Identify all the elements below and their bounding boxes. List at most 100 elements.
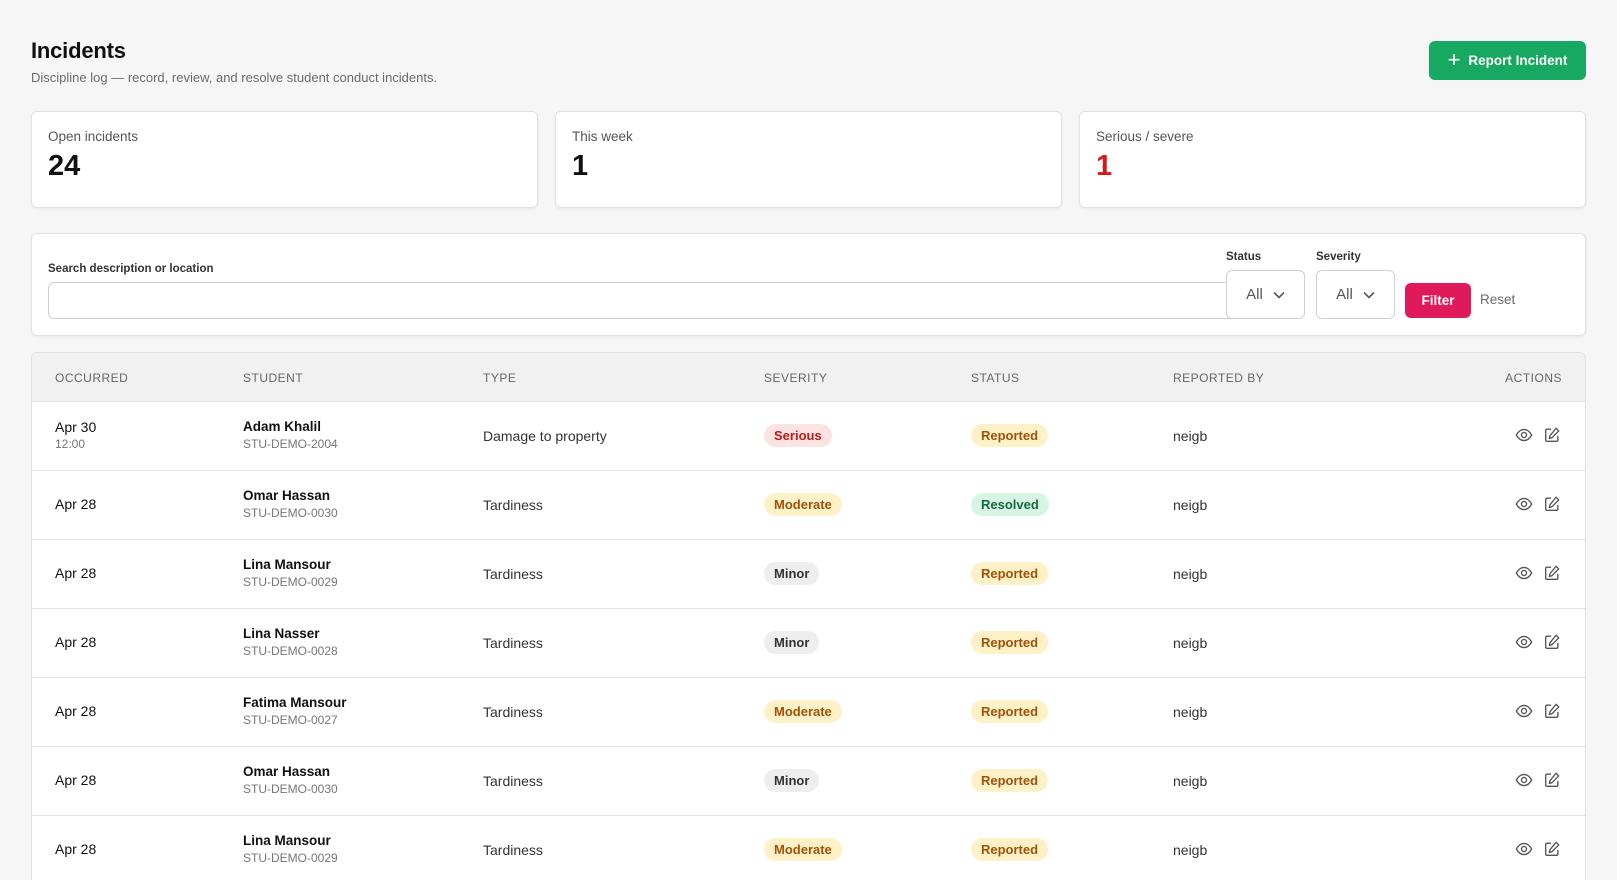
student-name: Lina Mansour — [243, 557, 331, 572]
stat-this-week: This week 1 — [555, 111, 1062, 208]
severity-badge: Moderate — [764, 838, 842, 861]
severity-badge: Moderate — [764, 493, 842, 516]
status-select-value: All — [1246, 286, 1263, 303]
edit-icon[interactable] — [1543, 564, 1561, 582]
status-label: Status — [1226, 251, 1262, 263]
eye-icon[interactable] — [1515, 702, 1533, 720]
stats-row: Open incidents 24 This week 1 Serious / … — [31, 111, 1586, 208]
status-cell: Reported — [971, 424, 1049, 447]
col-student[interactable]: STUDENT — [243, 371, 303, 385]
student-id: STU-DEMO-0029 — [243, 575, 338, 589]
student-cell: Omar Hassan STU-DEMO-0030 — [243, 764, 338, 796]
col-reported-by[interactable]: REPORTED BY — [1173, 371, 1264, 385]
report-incident-button[interactable]: + Report Incident — [1429, 41, 1586, 80]
reported-by-cell: neigb — [1173, 773, 1208, 789]
actions-cell — [1515, 702, 1561, 720]
type-cell: Tardiness — [483, 497, 543, 513]
severity-cell: Minor — [764, 562, 820, 585]
student-id: STU-DEMO-0028 — [243, 644, 338, 658]
occurred-date: Apr 28 — [55, 565, 97, 581]
occurred-cell: Apr 28 — [55, 634, 96, 650]
edit-icon[interactable] — [1543, 702, 1561, 720]
type-cell: Tardiness — [483, 842, 543, 858]
status-select[interactable]: All — [1226, 270, 1305, 319]
actions-cell — [1515, 426, 1561, 444]
edit-icon[interactable] — [1543, 840, 1561, 858]
severity-badge: Minor — [764, 631, 820, 654]
eye-icon[interactable] — [1515, 840, 1533, 858]
severity-select[interactable]: All — [1316, 270, 1395, 319]
occurred-cell: Apr 28 — [55, 772, 96, 788]
student-name: Lina Nasser — [243, 626, 320, 641]
student-id: STU-DEMO-0029 — [243, 851, 338, 865]
status-badge: Reported — [971, 769, 1049, 792]
severity-badge: Minor — [764, 769, 820, 792]
occurred-date: Apr 30 — [55, 419, 97, 435]
eye-icon[interactable] — [1515, 495, 1533, 513]
student-cell: Lina Nasser STU-DEMO-0028 — [243, 626, 338, 658]
type-cell: Damage to property — [483, 428, 607, 444]
eye-icon[interactable] — [1515, 564, 1533, 582]
col-occurred[interactable]: OCCURRED — [55, 371, 128, 385]
reset-button[interactable]: Reset — [1480, 292, 1515, 307]
status-badge: Reported — [971, 700, 1049, 723]
student-name: Fatima Mansour — [243, 695, 347, 710]
severity-select-value: All — [1336, 286, 1353, 303]
reported-by-cell: neigb — [1173, 842, 1208, 858]
severity-badge: Serious — [764, 424, 832, 447]
student-id: STU-DEMO-0027 — [243, 713, 338, 727]
col-type[interactable]: TYPE — [483, 371, 516, 385]
eye-icon[interactable] — [1515, 426, 1533, 444]
status-badge: Resolved — [971, 493, 1049, 516]
stat-open-incidents: Open incidents 24 — [31, 111, 538, 208]
stat-serious-severe: Serious / severe 1 — [1079, 111, 1586, 208]
search-input[interactable] — [48, 282, 1252, 319]
page-title: Incidents — [31, 38, 126, 63]
table-row: Apr 28 Lina Nasser STU-DEMO-0028 Tardiness M… — [32, 609, 1585, 678]
status-cell: Reported — [971, 562, 1049, 585]
stat-value: 24 — [48, 150, 81, 182]
edit-icon[interactable] — [1543, 426, 1561, 444]
occurred-cell: Apr 28 — [55, 841, 96, 857]
occurred-date: Apr 28 — [55, 703, 97, 719]
severity-cell: Moderate — [764, 838, 842, 861]
chevron-down-icon — [1363, 291, 1375, 299]
edit-icon[interactable] — [1543, 495, 1561, 513]
page-header: Incidents Discipline log — record, revie… — [31, 38, 1586, 86]
stat-label: This week — [572, 129, 633, 144]
reported-by-cell: neigb — [1173, 428, 1208, 444]
status-badge: Reported — [971, 424, 1049, 447]
status-badge: Reported — [971, 631, 1049, 654]
student-id: STU-DEMO-0030 — [243, 506, 338, 520]
plus-icon: + — [1447, 46, 1461, 72]
stat-value: 1 — [572, 150, 589, 182]
type-cell: Tardiness — [483, 566, 543, 582]
actions-cell — [1515, 564, 1561, 582]
filter-panel: Search description or location Status Al… — [31, 233, 1586, 336]
table-row: Apr 28 Omar Hassan STU-DEMO-0030 Tardiness M… — [32, 471, 1585, 540]
status-badge: Reported — [971, 838, 1049, 861]
occurred-date: Apr 28 — [55, 772, 97, 788]
col-status[interactable]: STATUS — [971, 371, 1020, 385]
student-cell: Omar Hassan STU-DEMO-0030 — [243, 488, 338, 520]
filter-button[interactable]: Filter — [1405, 283, 1471, 318]
col-severity[interactable]: SEVERITY — [764, 371, 827, 385]
status-cell: Reported — [971, 700, 1049, 723]
reported-by-cell: neigb — [1173, 497, 1208, 513]
actions-cell — [1515, 633, 1561, 651]
student-cell: Lina Mansour STU-DEMO-0029 — [243, 833, 338, 865]
severity-label: Severity — [1316, 251, 1361, 263]
table-row: Apr 30 12:00 Adam Khalil STU-DEMO-2004 Damag… — [32, 402, 1585, 471]
status-cell: Resolved — [971, 493, 1049, 516]
col-actions: ACTIONS — [1505, 371, 1562, 385]
student-cell: Adam Khalil STU-DEMO-2004 — [243, 419, 338, 451]
severity-badge: Moderate — [764, 700, 842, 723]
student-name: Adam Khalil — [243, 419, 322, 434]
eye-icon[interactable] — [1515, 771, 1533, 789]
edit-icon[interactable] — [1543, 633, 1561, 651]
edit-icon[interactable] — [1543, 771, 1561, 789]
stat-label: Serious / severe — [1096, 129, 1194, 144]
table-row: Apr 28 Lina Mansour STU-DEMO-0029 Tardiness… — [32, 816, 1585, 880]
reported-by-cell: neigb — [1173, 566, 1208, 582]
eye-icon[interactable] — [1515, 633, 1533, 651]
